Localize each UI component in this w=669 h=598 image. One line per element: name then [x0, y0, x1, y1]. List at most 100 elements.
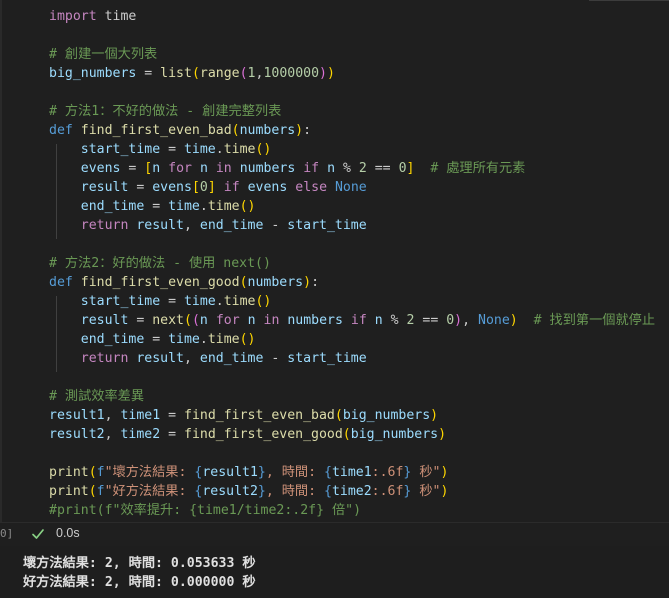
- code-token: numbers: [247, 275, 304, 290]
- code-token: else: [295, 180, 328, 195]
- code-token: None: [334, 180, 367, 195]
- code-token: ): [509, 313, 518, 328]
- code-line[interactable]: # 方法1：不好的做法 - 創建完整列表: [49, 102, 281, 121]
- code-token: =: [160, 427, 184, 442]
- code-token: =: [160, 142, 184, 157]
- code-token: =: [128, 313, 153, 328]
- code-line[interactable]: #print(f"效率提升: {time1/time2:.2f} 倍"): [49, 501, 361, 520]
- code-token: (: [184, 313, 192, 328]
- code-token: result2: [49, 427, 105, 442]
- code-token: }: [257, 465, 266, 480]
- code-token: # 創建一個大列表: [49, 47, 158, 62]
- code-line[interactable]: result = evens[0] if evens else None: [49, 178, 367, 197]
- code-token: if: [303, 161, 320, 176]
- code-token: .: [199, 332, 208, 347]
- code-editor[interactable]: import time # 創建一個大列表 big_numbers = list(r…: [0, 0, 669, 522]
- code-token: big_numbers: [342, 408, 431, 423]
- code-token: time: [223, 142, 256, 157]
- code-token: next: [152, 313, 184, 328]
- code-token: ==: [366, 161, 399, 176]
- code-token: -: [263, 351, 288, 366]
- code-line[interactable]: result = next((n for n in numbers if n %…: [49, 311, 655, 330]
- code-token: if: [223, 180, 240, 195]
- code-token: ,: [462, 313, 479, 328]
- check-icon: [32, 529, 44, 539]
- code-token: time: [183, 294, 216, 309]
- code-line[interactable]: # 測試效率差異: [49, 387, 144, 406]
- code-token: ): [430, 408, 439, 423]
- code-line[interactable]: result1, time1 = find_first_even_bad(big…: [49, 406, 438, 425]
- code-token: find_first_even_bad: [80, 123, 232, 138]
- code-line[interactable]: end_time = time.time(): [49, 330, 256, 349]
- code-token: (: [231, 123, 240, 138]
- code-token: ): [440, 484, 449, 499]
- code-line[interactable]: start_time = time.time(): [49, 292, 272, 311]
- code-token: end_time: [49, 199, 145, 214]
- code-token: start_time: [287, 218, 367, 233]
- code-token: # 測試效率差異: [49, 389, 145, 404]
- code-token: =: [120, 161, 145, 176]
- code-token: 秒": [411, 484, 441, 499]
- code-line[interactable]: print(f"好方法結果: {result2}, 時間: {time2:.6f…: [49, 482, 448, 501]
- code-token: (: [88, 484, 97, 499]
- code-token: n: [152, 161, 161, 176]
- code-token: end_time: [199, 218, 264, 233]
- code-token: print: [49, 484, 89, 499]
- code-token: print: [49, 465, 89, 480]
- code-token: result: [49, 313, 129, 328]
- code-line[interactable]: def find_first_even_good(numbers):: [49, 273, 319, 292]
- code-line[interactable]: end_time = time.time(): [49, 197, 256, 216]
- code-line[interactable]: # 方法2：好的做法 - 使用 next(): [49, 254, 271, 273]
- code-token: =: [144, 199, 169, 214]
- output-line: 壞方法結果: 2, 時間: 0.053633 秒: [23, 556, 256, 571]
- code-token: 1: [247, 66, 256, 81]
- code-token: for: [215, 313, 240, 328]
- code-token: :.6f: [371, 484, 404, 499]
- code-token: # 方法1：不好的做法 - 創建完整列表: [49, 104, 282, 119]
- code-line[interactable]: return result, end_time - start_time: [49, 349, 367, 368]
- code-token: end_time: [199, 351, 264, 366]
- code-token: result2: [202, 484, 258, 499]
- code-token: def: [49, 275, 73, 290]
- code-token: import: [49, 9, 97, 24]
- code-token: result1: [202, 465, 258, 480]
- code-token: big_numbers: [350, 427, 439, 442]
- code-token: ): [295, 123, 304, 138]
- code-token: # 處理所有元素: [430, 161, 526, 176]
- code-token: time: [168, 332, 200, 347]
- code-token: def: [49, 123, 73, 138]
- cell-edge: [0, 0, 2, 522]
- code-token: numbers: [287, 313, 343, 328]
- code-token: in: [215, 161, 232, 176]
- code-token: for: [168, 161, 192, 176]
- code-token: ): [247, 199, 256, 214]
- code-line[interactable]: print(f"壞方法結果: {result1}, 時間: {time1:.6f…: [49, 463, 448, 482]
- code-token: range: [199, 66, 240, 81]
- code-token: (: [88, 465, 97, 480]
- code-token: :: [303, 123, 312, 138]
- output-line: 好方法結果: 2, 時間: 0.000000 秒: [23, 575, 256, 590]
- code-line[interactable]: result2, time2 = find_first_even_good(bi…: [49, 425, 446, 444]
- code-token: time: [168, 199, 200, 214]
- code-line[interactable]: big_numbers = list(range(1,1000000)): [49, 64, 335, 83]
- code-line[interactable]: return result, end_time - start_time: [49, 216, 367, 235]
- code-line[interactable]: # 創建一個大列表: [49, 45, 157, 64]
- code-token: ): [440, 465, 449, 480]
- code-line[interactable]: start_time = time.time(): [49, 140, 272, 159]
- code-token: ,: [184, 351, 200, 366]
- code-token: .: [215, 294, 224, 309]
- code-token: time: [207, 199, 240, 214]
- code-line[interactable]: evens = [n for n in numbers if n % 2 == …: [49, 159, 526, 178]
- code-line[interactable]: import time: [49, 7, 136, 26]
- code-line[interactable]: def find_first_even_bad(numbers):: [49, 121, 311, 140]
